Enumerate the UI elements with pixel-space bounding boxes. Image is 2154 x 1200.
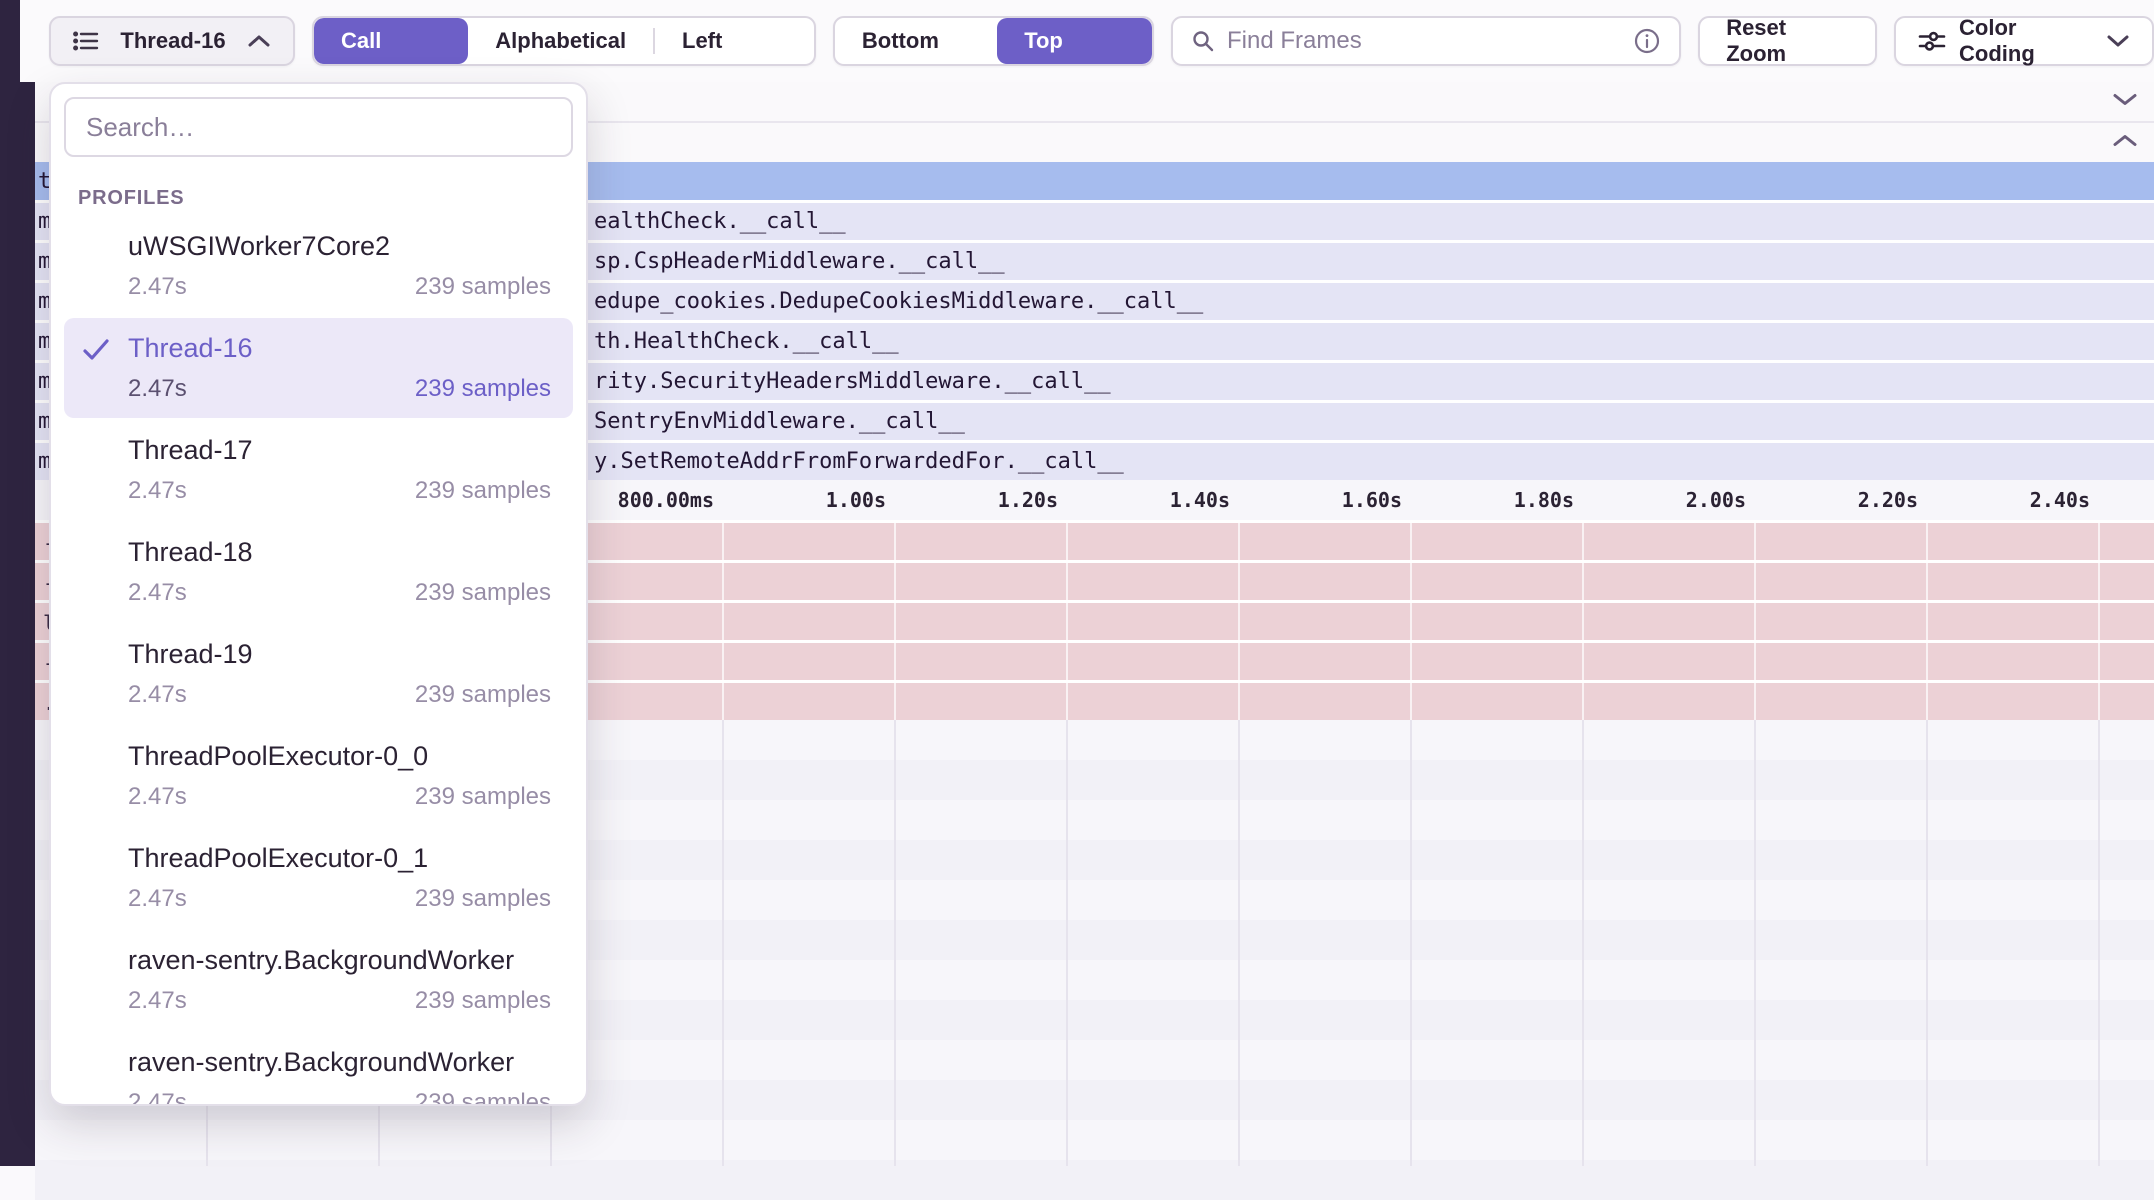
profile-sample-count: 239 samples: [415, 375, 551, 403]
profile-duration: 2.47s: [128, 579, 187, 607]
sort-segmented-control: Call OrderAlphabeticalLeft Heavy: [312, 16, 816, 66]
time-gridline: [722, 720, 724, 1166]
profile-duration: 2.47s: [128, 987, 187, 1015]
profile-sample-count: 239 samples: [415, 273, 551, 301]
time-gridline: [1066, 520, 1068, 720]
direction-option-top-down[interactable]: Top Down: [997, 18, 1152, 64]
profile-list-item[interactable]: Thread-19 2.47s 239 samples: [64, 624, 573, 724]
time-gridline: [1926, 520, 1928, 720]
time-gridline: [2098, 720, 2100, 1166]
profile-list-item[interactable]: Thread-18 2.47s 239 samples: [64, 522, 573, 622]
profile-duration: 2.47s: [128, 783, 187, 811]
profile-duration: 2.47s: [128, 885, 187, 913]
reset-zoom-label: Reset Zoom: [1726, 15, 1849, 67]
time-gridline: [1754, 720, 1756, 1166]
profile-name: ThreadPoolExecutor-0_1: [128, 843, 573, 874]
profile-name: raven-sentry.BackgroundWorker: [128, 945, 573, 976]
chevron-up-icon: [247, 34, 271, 48]
thread-selector-button[interactable]: Thread-16: [49, 16, 295, 66]
color-coding-label: Color Coding: [1959, 15, 2093, 67]
profile-duration: 2.47s: [128, 681, 187, 709]
app-sidebar-strip: [0, 0, 35, 1166]
profile-duration: 2.47s: [128, 375, 187, 403]
time-gridline: [722, 520, 724, 720]
chevron-down-icon: [2106, 34, 2130, 48]
profile-name: Thread-18: [128, 537, 573, 568]
profile-sample-count: 239 samples: [415, 783, 551, 811]
profiles-section-label: PROFILES: [78, 187, 573, 210]
profile-list-item[interactable]: Thread-17 2.47s 239 samples: [64, 420, 573, 520]
sort-option-alphabetical[interactable]: Alphabetical: [468, 18, 653, 64]
find-frames-placeholder: Find Frames: [1227, 27, 1621, 55]
profile-list-item[interactable]: raven-sentry.BackgroundWorker 2.47s 239 …: [64, 1032, 573, 1106]
profile-name: uWSGIWorker7Core2: [128, 231, 573, 262]
thread-list-icon: [73, 29, 99, 53]
time-gridline: [1238, 520, 1240, 720]
time-gridline: [2098, 520, 2100, 720]
time-gridline: [1410, 520, 1412, 720]
profile-list-item[interactable]: ThreadPoolExecutor-0_1 2.47s 239 samples: [64, 828, 573, 928]
profile-list-item[interactable]: raven-sentry.BackgroundWorker 2.47s 239 …: [64, 930, 573, 1030]
profile-name: ThreadPoolExecutor-0_0: [128, 741, 573, 772]
reset-zoom-button[interactable]: Reset Zoom: [1698, 16, 1877, 66]
time-gridline: [1410, 720, 1412, 1166]
profile-name: raven-sentry.BackgroundWorker: [128, 1047, 573, 1078]
time-gridline: [1926, 720, 1928, 1166]
thread-selector-label: Thread-16: [120, 28, 225, 54]
profile-sample-count: 239 samples: [415, 885, 551, 913]
info-icon[interactable]: [1633, 27, 1661, 55]
profile-sample-count: 239 samples: [415, 477, 551, 505]
profiles-list: uWSGIWorker7Core2 2.47s 239 samples Thre…: [64, 216, 573, 1106]
time-gridline: [1582, 720, 1584, 1166]
checkmark-icon: [82, 338, 110, 367]
profile-name: Thread-17: [128, 435, 573, 466]
direction-option-bottom-up[interactable]: Bottom Up: [835, 18, 997, 64]
time-gridline: [1582, 520, 1584, 720]
time-gridline: [1754, 520, 1756, 720]
profile-sample-count: 239 samples: [415, 1089, 551, 1106]
profile-duration: 2.47s: [128, 477, 187, 505]
profile-duration: 2.47s: [128, 273, 187, 301]
thread-dropdown-search-input[interactable]: [64, 97, 573, 157]
find-frames-search[interactable]: Find Frames: [1171, 16, 1681, 66]
profile-duration: 2.47s: [128, 1089, 187, 1106]
direction-segmented-control: Bottom UpTop Down: [833, 16, 1154, 66]
sort-option-call-order[interactable]: Call Order: [314, 18, 468, 64]
time-gridline: [1066, 720, 1068, 1166]
time-gridline: [894, 520, 896, 720]
profile-name: Thread-19: [128, 639, 573, 670]
profile-name: Thread-16: [128, 333, 573, 364]
empty-row-stripe: [35, 1160, 2154, 1200]
color-coding-button[interactable]: Color Coding: [1894, 16, 2154, 66]
time-gridline: [894, 720, 896, 1166]
profile-list-item[interactable]: ThreadPoolExecutor-0_0 2.47s 239 samples: [64, 726, 573, 826]
profile-sample-count: 239 samples: [415, 681, 551, 709]
sliders-icon: [1918, 30, 1946, 52]
thread-dropdown-panel: PROFILES uWSGIWorker7Core2 2.47s 239 sam…: [49, 82, 588, 1106]
profile-sample-count: 239 samples: [415, 987, 551, 1015]
profile-list-item[interactable]: Thread-16 2.47s 239 samples: [64, 318, 573, 418]
search-icon: [1191, 29, 1215, 53]
time-gridline: [1238, 720, 1240, 1166]
profile-list-item[interactable]: uWSGIWorker7Core2 2.47s 239 samples: [64, 216, 573, 316]
flamegraph-toolbar: Thread-16 Call OrderAlphabeticalLeft Hea…: [20, 0, 2154, 82]
sort-option-left-heavy[interactable]: Left Heavy: [655, 18, 814, 64]
profile-sample-count: 239 samples: [415, 579, 551, 607]
